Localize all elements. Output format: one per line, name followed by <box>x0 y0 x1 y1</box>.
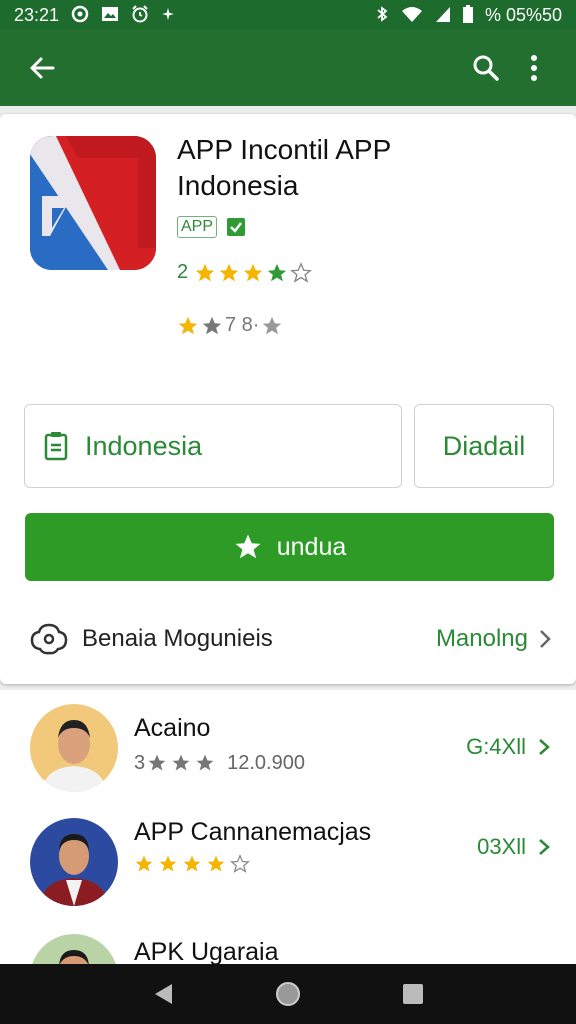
image-icon <box>101 5 119 26</box>
list-item[interactable]: APK Ugaraia <box>0 934 576 964</box>
app-icon <box>30 136 156 270</box>
navigation-bar <box>0 964 576 1024</box>
star-empty-icon <box>290 261 313 284</box>
detail-button[interactable]: Diadail <box>414 404 554 488</box>
star-filled-icon <box>194 262 216 284</box>
star-filled-icon <box>134 854 156 876</box>
app-tag-row: APP <box>177 216 246 238</box>
status-time: 23:21 <box>14 4 60 25</box>
notification-icon <box>71 5 89 26</box>
developer-more-label: Manolng <box>435 625 528 652</box>
region-button[interactable]: Indonesia <box>24 404 402 488</box>
region-button-label: Indonesia <box>85 430 203 461</box>
star-icon <box>235 534 261 559</box>
list-item-size-link[interactable]: 03Xll <box>477 834 550 860</box>
star-filled-icon <box>266 262 288 284</box>
chevron-right-icon <box>539 739 550 755</box>
developer-icon <box>30 623 68 655</box>
list-item-size: 03Xll <box>477 834 526 859</box>
list-item-meta: 3 12.0.900 <box>134 752 305 775</box>
rating-secondary-text: 7 8· <box>225 314 260 336</box>
wifi-icon <box>401 5 423 26</box>
verified-icon <box>227 218 246 236</box>
star-filled-icon <box>177 315 199 337</box>
triangle-back-icon <box>154 984 172 1004</box>
list-item[interactable]: Acaino 3 12.0.900 G:4Xll <box>0 704 576 804</box>
more-vert-icon <box>531 55 537 81</box>
install-button-label: undua <box>276 532 347 561</box>
back-button[interactable] <box>18 44 66 92</box>
list-item-stars-label: 3 <box>134 752 146 774</box>
star-grey-icon <box>147 753 169 775</box>
alarm-icon <box>131 4 149 26</box>
list-item-name: APK Ugaraia <box>134 938 279 964</box>
signal-icon <box>435 5 451 26</box>
avatar <box>30 818 118 906</box>
star-icon <box>161 6 175 24</box>
list-item-size-link[interactable]: G:4Xll <box>466 734 550 760</box>
more-options-button[interactable] <box>510 44 558 92</box>
star-filled-icon <box>242 262 264 284</box>
chevron-right-icon <box>539 839 550 855</box>
avatar <box>30 934 118 964</box>
list-item-name: Acaino <box>134 714 211 742</box>
install-button[interactable]: undua <box>25 513 554 581</box>
app-title-line1: APP Incontil APP <box>177 134 392 165</box>
star-grey-icon <box>261 315 283 337</box>
nav-back-button[interactable] <box>139 970 187 1018</box>
rating-row: 2 <box>177 261 313 284</box>
rating-value: 2 <box>177 261 189 283</box>
detail-button-label: Diadail <box>442 430 526 461</box>
nav-home-button[interactable] <box>264 970 312 1018</box>
status-left: 23:21 <box>14 5 175 26</box>
star-filled-icon <box>218 262 240 284</box>
list-item-name: APP Cannanemacjas <box>134 818 372 846</box>
star-filled-icon <box>158 854 180 876</box>
app-details-card: APP Incontil APP Indonesia APP 2 7 8· In… <box>0 114 576 684</box>
star-filled-icon <box>182 854 204 876</box>
app-bar <box>0 30 576 106</box>
avatar <box>30 704 118 792</box>
search-icon <box>473 55 499 81</box>
nav-recents-button[interactable] <box>389 970 437 1018</box>
list-item-size: G:4Xll <box>466 734 526 759</box>
developer-row[interactable]: Benaia Mogunieis Manolng <box>0 612 576 666</box>
status-right: % 05%50 <box>375 4 562 26</box>
battery-text: % 05%50 <box>484 4 562 25</box>
related-apps-list: Acaino 3 12.0.900 G:4Xll APP Cannanemacj… <box>0 690 576 964</box>
circle-home-icon <box>275 982 300 1006</box>
app-title-line2: Indonesia <box>177 170 299 201</box>
star-filled-icon <box>206 854 228 876</box>
search-button[interactable] <box>462 44 510 92</box>
chevron-right-icon <box>540 630 551 648</box>
app-tag: APP <box>177 216 218 238</box>
bluetooth-icon <box>375 5 389 26</box>
star-empty-icon <box>230 854 252 876</box>
app-title: APP Incontil APP Indonesia <box>177 132 557 204</box>
square-recents-icon <box>403 984 424 1004</box>
battery-icon <box>462 4 473 26</box>
star-grey-icon <box>201 315 223 337</box>
rating-row-secondary: 7 8· <box>177 314 283 337</box>
developer-name: Benaia Mogunieis <box>82 625 273 652</box>
document-icon <box>44 432 68 461</box>
status-bar: 23:21 % 05%50 <box>0 0 576 30</box>
arrow-back-icon <box>30 57 55 79</box>
star-grey-icon <box>195 753 217 775</box>
list-item[interactable]: APP Cannanemacjas 03Xll <box>0 818 576 918</box>
list-item-downloads: 12.0.900 <box>227 752 305 774</box>
star-grey-icon <box>171 753 193 775</box>
developer-more-link[interactable]: Manolng <box>436 625 552 653</box>
list-item-meta <box>134 854 252 876</box>
